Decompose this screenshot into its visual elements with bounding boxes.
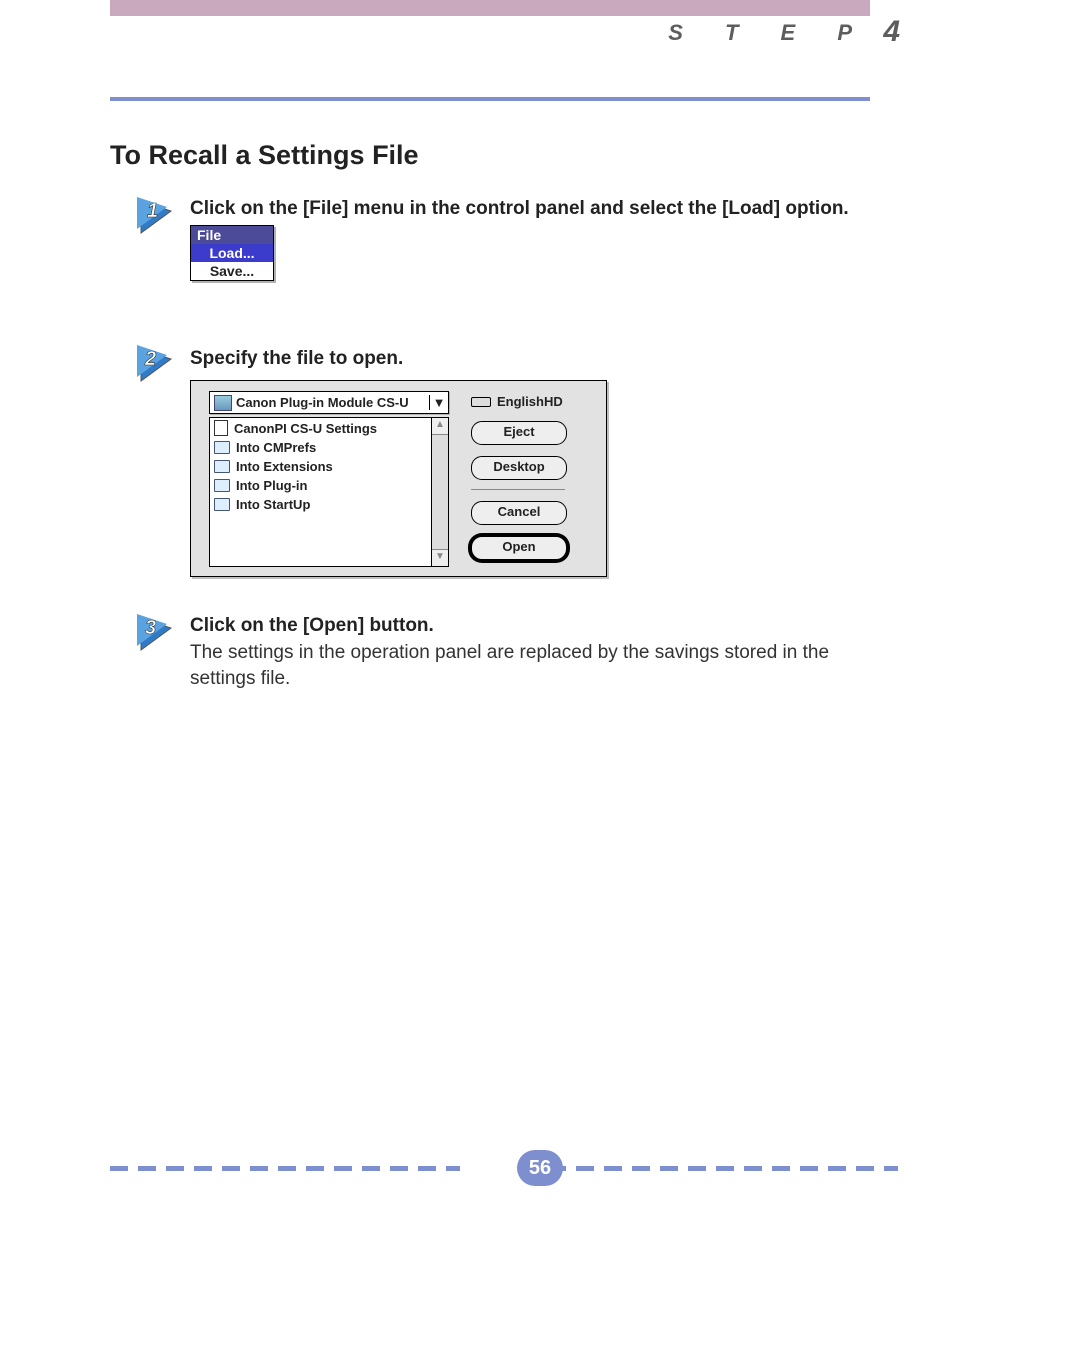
step-badge-1-icon: 1 [135, 195, 179, 235]
scroll-up-icon[interactable]: ▲ [432, 418, 448, 435]
document-icon [214, 420, 228, 436]
list-item[interactable]: Into CMPrefs [210, 438, 431, 457]
open-button[interactable]: Open [471, 536, 567, 560]
disk-label: EnglishHD [471, 394, 563, 409]
list-item-label: Into Plug-in [236, 478, 307, 493]
disk-name: EnglishHD [497, 394, 563, 409]
file-list-inner: CanonPI CS-U Settings Into CMPrefs Into … [210, 418, 431, 566]
file-menu-header[interactable]: File [191, 226, 273, 244]
step-badge-2-icon: 2 [135, 343, 179, 383]
list-item-label: Into Extensions [236, 459, 333, 474]
scroll-down-icon[interactable]: ▼ [432, 549, 448, 566]
svg-text:3: 3 [145, 617, 156, 639]
step2-instruction: Specify the file to open. [190, 348, 403, 370]
folder-icon [214, 479, 230, 492]
list-item[interactable]: CanonPI CS-U Settings [210, 418, 431, 438]
file-menu[interactable]: File Load... Save... [190, 225, 274, 281]
step3-description: The settings in the operation panel are … [190, 640, 860, 691]
folder-icon [214, 460, 230, 473]
section-title: To Recall a Settings File [110, 140, 419, 171]
list-item-label: Into CMPrefs [236, 440, 316, 455]
eject-button[interactable]: Eject [471, 421, 567, 445]
svg-text:1: 1 [147, 200, 158, 222]
disk-icon [471, 397, 491, 407]
page-number-wrap: 56 [0, 1150, 1080, 1186]
file-menu-item-load[interactable]: Load... [191, 244, 273, 262]
list-item-label: Into StartUp [236, 497, 310, 512]
step-badge-3-icon: 3 [135, 612, 179, 652]
folder-popup-icon [214, 395, 232, 411]
list-item[interactable]: Into Plug-in [210, 476, 431, 495]
open-file-dialog: Canon Plug-in Module CS-U ▼ EnglishHD Ca… [190, 380, 607, 577]
list-item[interactable]: Into Extensions [210, 457, 431, 476]
chevron-down-icon[interactable]: ▼ [429, 395, 448, 410]
step-number: 4 [883, 15, 900, 49]
folder-popup[interactable]: Canon Plug-in Module CS-U ▼ [209, 391, 449, 414]
file-menu-item-save[interactable]: Save... [191, 262, 273, 280]
list-item-label: CanonPI CS-U Settings [234, 421, 377, 436]
desktop-button[interactable]: Desktop [471, 456, 567, 480]
scrollbar[interactable]: ▲ ▼ [431, 418, 448, 566]
page-number: 56 [517, 1150, 563, 1186]
horizontal-rule [110, 97, 870, 101]
button-separator [471, 489, 565, 490]
step1-instruction: Click on the [File] menu in the control … [190, 198, 849, 220]
header-bar [110, 0, 870, 16]
step-label: S T E P [668, 20, 870, 46]
list-item[interactable]: Into StartUp [210, 495, 431, 514]
folder-icon [214, 498, 230, 511]
folder-popup-label: Canon Plug-in Module CS-U [236, 395, 409, 410]
cancel-button[interactable]: Cancel [471, 501, 567, 525]
step3-heading: Click on the [Open] button. [190, 615, 434, 637]
svg-text:2: 2 [144, 348, 156, 370]
file-list: CanonPI CS-U Settings Into CMPrefs Into … [209, 417, 449, 567]
folder-icon [214, 441, 230, 454]
